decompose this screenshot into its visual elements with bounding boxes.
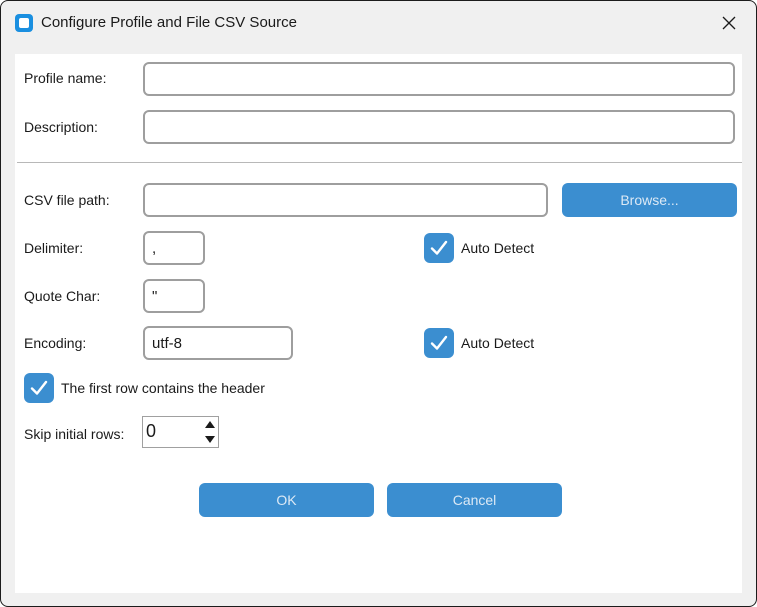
dialog-window: Configure Profile and File CSV Source Pr… xyxy=(0,0,757,607)
csv-path-label: CSV file path: xyxy=(24,192,110,208)
description-input[interactable] xyxy=(143,110,735,144)
app-icon xyxy=(15,14,33,32)
spin-up-button[interactable] xyxy=(202,417,218,432)
cancel-button[interactable]: Cancel xyxy=(387,483,562,517)
delimiter-auto-detect-checkbox[interactable] xyxy=(424,233,454,263)
spin-arrows xyxy=(202,417,218,447)
encoding-input[interactable] xyxy=(143,326,293,360)
profile-name-label: Profile name: xyxy=(24,70,107,86)
browse-button[interactable]: Browse... xyxy=(562,183,737,217)
encoding-auto-detect-checkbox[interactable] xyxy=(424,328,454,358)
header-row-checkbox[interactable] xyxy=(24,373,54,403)
window-title: Configure Profile and File CSV Source xyxy=(41,14,297,31)
delimiter-auto-detect-label: Auto Detect xyxy=(461,240,535,256)
skip-rows-spinbox[interactable]: 0 xyxy=(142,416,219,448)
encoding-auto-detect-label: Auto Detect xyxy=(461,335,535,351)
checkmark-icon xyxy=(430,335,448,350)
quote-char-input[interactable] xyxy=(143,279,205,313)
description-label: Description: xyxy=(24,119,98,135)
section-divider xyxy=(17,162,742,163)
header-row-label: The first row contains the header xyxy=(61,380,265,396)
spin-down-button[interactable] xyxy=(202,432,218,447)
skip-rows-label: Skip initial rows: xyxy=(24,426,125,442)
arrow-down-icon xyxy=(205,436,215,443)
arrow-up-icon xyxy=(205,421,215,428)
close-icon xyxy=(722,16,736,30)
delimiter-input[interactable] xyxy=(143,231,205,265)
close-button[interactable] xyxy=(706,7,752,39)
quote-char-label: Quote Char: xyxy=(24,288,101,304)
ok-button[interactable]: OK xyxy=(199,483,374,517)
form-panel: Profile name: Description: CSV file path… xyxy=(15,54,742,593)
skip-rows-value[interactable]: 0 xyxy=(146,421,156,442)
delimiter-label: Delimiter: xyxy=(24,240,84,256)
encoding-label: Encoding: xyxy=(24,335,87,351)
checkmark-icon xyxy=(30,380,48,395)
title-bar[interactable]: Configure Profile and File CSV Source xyxy=(1,1,756,45)
checkmark-icon xyxy=(430,240,448,255)
csv-path-input[interactable] xyxy=(143,183,548,217)
profile-name-input[interactable] xyxy=(143,62,735,96)
